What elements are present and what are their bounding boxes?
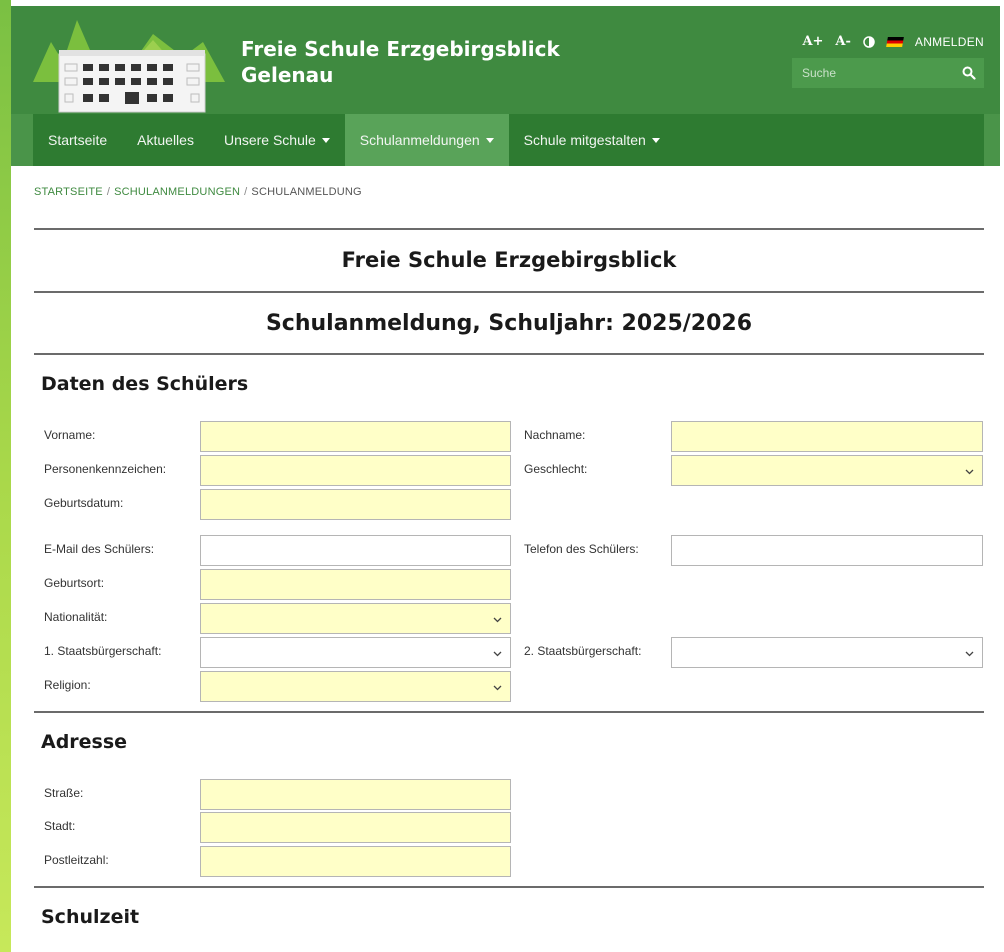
geburtsort-field[interactable] [200,569,511,600]
divider [34,228,984,230]
label-religion: Religion: [44,678,91,692]
label-postleitzahl: Postleitzahl: [44,853,109,867]
nav-label: Schule mitgestalten [523,132,646,148]
stadt-field[interactable] [200,812,511,843]
vorname-field[interactable] [200,421,511,452]
religion-select[interactable] [200,671,511,702]
caret-down-icon [651,137,660,143]
nav-item-schule-mitgestalten[interactable]: Schule mitgestalten [509,114,675,166]
caret-down-icon [321,137,330,143]
personenkennzeichen-field[interactable] [200,455,511,486]
nav-item-startseite[interactable]: Startseite [33,114,122,166]
search-icon[interactable] [962,66,976,80]
german-flag-icon[interactable] [886,36,904,47]
label-vorname: Vorname: [44,428,96,442]
divider [34,353,984,355]
site-title-line1[interactable]: Freie Schule Erzgebirgsblick [241,36,601,62]
label-strasse: Straße: [44,786,84,800]
nav-item-schulanmeldungen[interactable]: Schulanmeldungen [344,114,509,166]
chevron-down-icon [965,469,974,475]
contrast-icon[interactable] [863,35,875,48]
nav-item-aktuelles[interactable]: Aktuelles [122,114,209,166]
chevron-down-icon [493,685,502,691]
divider [34,886,984,888]
label-staatsbuergerschaft1: 1. Staatsbürgerschaft: [44,644,162,658]
label-geburtsort: Geburtsort: [44,576,105,590]
breadcrumb-current: SCHULANMELDUNG [251,186,362,198]
nav-label: Schulanmeldungen [359,132,480,148]
breadcrumb-separator: / [106,186,111,198]
font-increase-button[interactable]: A+ [802,34,823,49]
label-telefon: Telefon des Schülers: [524,542,639,556]
login-link[interactable]: ANMELDEN [915,35,984,49]
header-tools: A+ A- ANMELDEN [802,34,984,49]
label-geschlecht: Geschlecht: [524,462,588,476]
caret-down-icon [485,137,494,143]
main-navigation: Startseite Aktuelles Unsere Schule Schul… [11,114,1000,166]
staatsbuergerschaft2-select[interactable] [671,637,983,668]
staatsbuergerschaft1-select[interactable] [200,637,511,668]
breadcrumb-schulanmeldungen[interactable]: SCHULANMELDUNGEN [114,186,240,198]
label-staatsbuergerschaft2: 2. Staatsbürgerschaft: [524,644,642,658]
label-personenkennzeichen: Personenkennzeichen: [44,462,167,476]
nav-label: Unsere Schule [223,132,316,148]
telefon-field[interactable] [671,535,983,566]
chevron-down-icon [493,651,502,657]
postleitzahl-field[interactable] [200,846,511,877]
section-title-schulzeit: Schulzeit [41,906,140,928]
nationalitaet-select[interactable] [200,603,511,634]
nav-label: Aktuelles [137,132,194,148]
breadcrumb-separator: / [244,186,248,198]
label-nationalitaet: Nationalität: [44,610,108,624]
nav-item-unsere-schule[interactable]: Unsere Schule [209,114,345,166]
nav-bar: Startseite Aktuelles Unsere Schule Schul… [33,114,984,166]
site-title[interactable]: Freie Schule Erzgebirgsblick Gelenau [241,36,601,88]
section-title-address: Adresse [41,731,128,753]
search-input[interactable] [792,58,952,88]
breadcrumb-startseite[interactable]: STARTSEITE [34,186,103,198]
breadcrumb: STARTSEITE / SCHULANMELDUNGEN / SCHULANMELDU… [34,186,362,198]
form-heading: Schulanmeldung, Schuljahr: 2025/2026 [265,311,753,336]
site-title-line2[interactable]: Gelenau [241,62,601,88]
site-header: Freie Schule Erzgebirgsblick Gelenau A+ … [11,6,1000,114]
label-geburtsdatum: Geburtsdatum: [44,496,124,510]
nachname-field[interactable] [671,421,983,452]
geschlecht-select[interactable] [671,455,983,486]
email-field[interactable] [200,535,511,566]
label-email: E-Mail des Schülers: [44,542,155,556]
label-stadt: Stadt: [44,819,76,833]
school-logo[interactable] [33,12,225,114]
divider [34,291,984,293]
section-title-student: Daten des Schülers [41,373,249,395]
chevron-down-icon [493,617,502,623]
nav-label: Startseite [48,132,108,148]
chevron-down-icon [965,651,974,657]
label-nachname: Nachname: [524,428,586,442]
divider [34,711,984,713]
geburtsdatum-field[interactable] [200,489,511,520]
search-box [792,58,984,88]
font-decrease-button[interactable]: A- [835,34,850,49]
strasse-field[interactable] [200,779,511,810]
left-decor-strip [0,0,11,952]
school-heading: Freie Schule Erzgebirgsblick [341,248,677,272]
